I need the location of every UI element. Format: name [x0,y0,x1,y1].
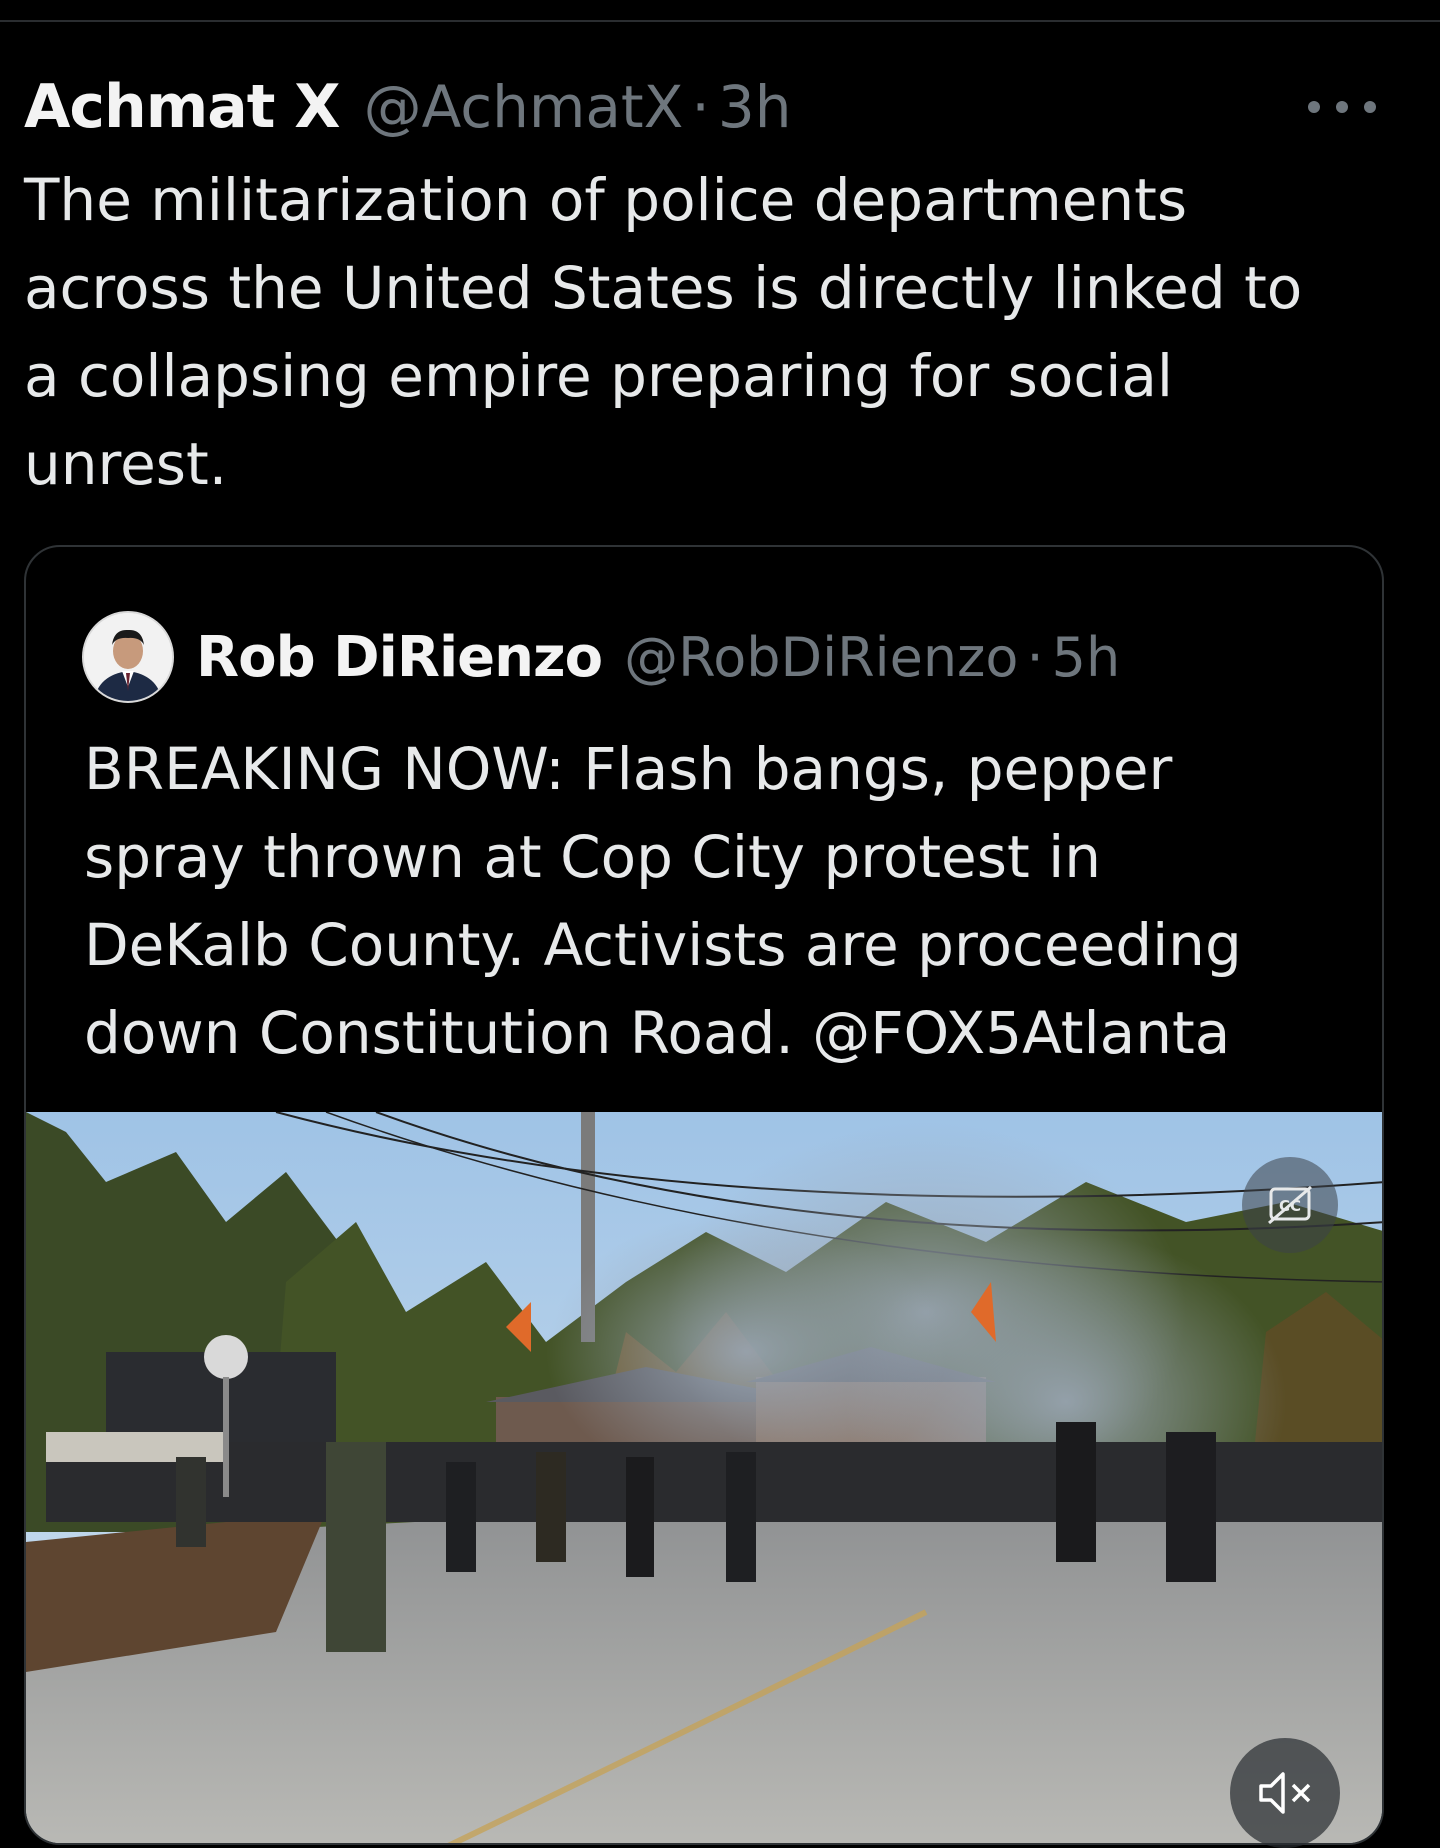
quoted-tweet-header: Rob DiRienzo @RobDiRienzo · 5h [82,607,1120,707]
tweet-text: The militarization of police departments… [24,166,1303,498]
author-handle[interactable]: @AchmatX [364,73,684,141]
mute-button[interactable] [1230,1738,1340,1848]
quoted-author-name[interactable]: Rob DiRienzo [196,625,603,690]
separator-dot: · [1026,625,1044,689]
quoted-author-handle[interactable]: @RobDiRienzo [624,626,1018,689]
quoted-tweet-timestamp[interactable]: 5h [1052,626,1121,689]
quoted-tweet-text: BREAKING NOW: Flash bangs, pepper spray … [84,735,1242,1067]
volume-muted-icon [1259,1772,1311,1814]
tweet-timestamp[interactable]: 3h [718,73,792,141]
avatar-image [84,613,172,701]
tweet-header: Achmat X @AchmatX · 3h [24,72,792,152]
more-horizontal-icon [1364,101,1376,113]
more-options-button[interactable] [1308,92,1376,122]
avatar[interactable] [82,611,174,703]
more-horizontal-icon [1308,101,1320,113]
separator-dot: · [691,73,710,141]
author-name[interactable]: Achmat X [24,72,341,142]
top-divider [0,20,1440,22]
quoted-tweet-card[interactable]: Rob DiRienzo @RobDiRienzo · 5h BREAKING … [24,545,1384,1845]
more-horizontal-icon [1336,101,1348,113]
captions-button[interactable]: CC [1242,1157,1338,1253]
video-frame [26,1112,1382,1843]
closed-captions-off-icon: CC [1268,1185,1312,1225]
video-player[interactable] [26,1112,1382,1843]
